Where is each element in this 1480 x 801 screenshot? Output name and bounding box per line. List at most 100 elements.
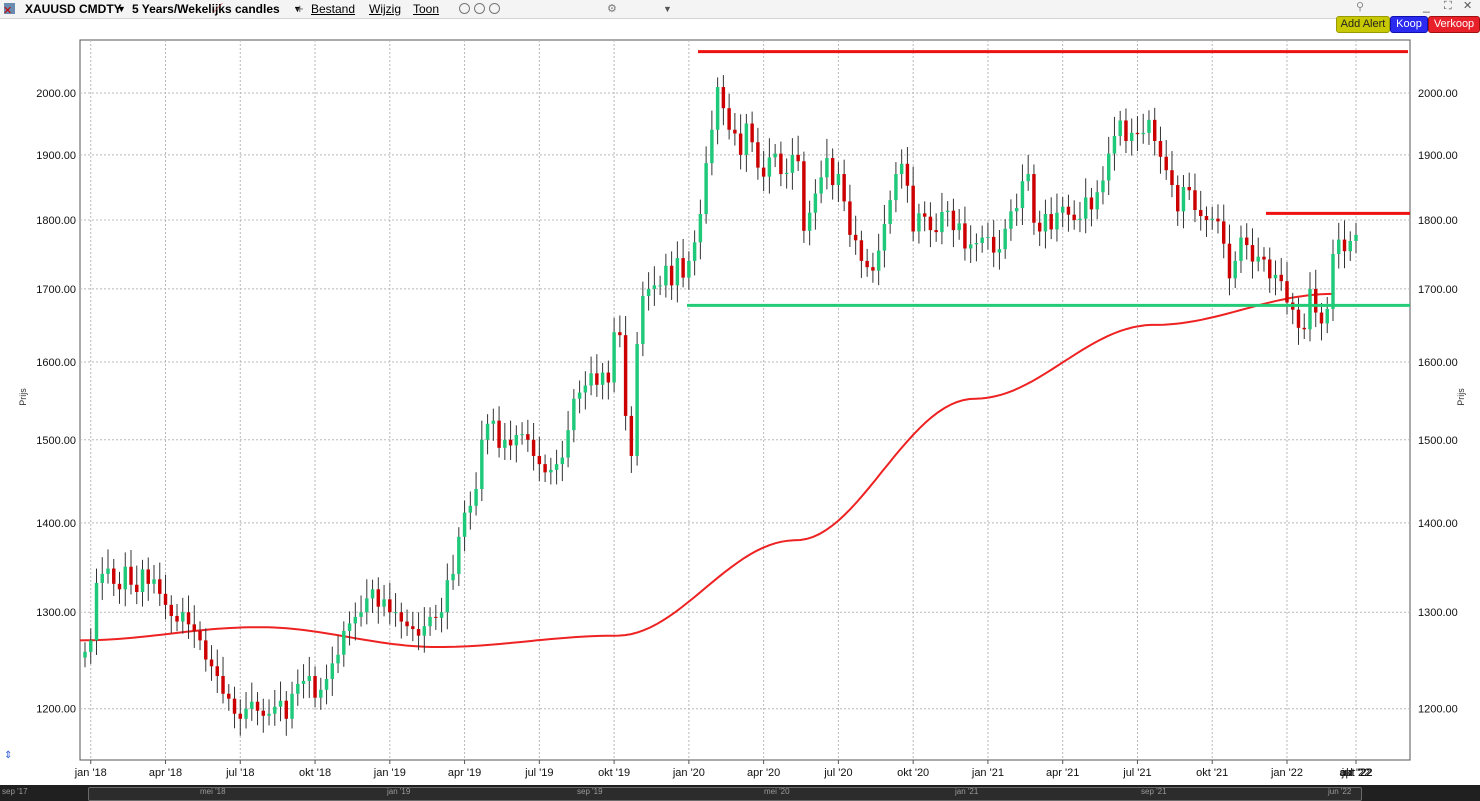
- candle-up: [646, 288, 651, 297]
- pan-handle-icon[interactable]: ⇕: [4, 750, 12, 761]
- x-tick-label: apr '20: [747, 767, 780, 779]
- candle-up: [267, 713, 271, 716]
- candle-down: [434, 616, 438, 618]
- candle-up: [899, 163, 904, 175]
- candle-down: [629, 415, 634, 456]
- candle-down: [215, 666, 220, 677]
- window-close-icon[interactable]: ✕: [1463, 0, 1472, 15]
- zoom-in-icon[interactable]: [474, 3, 485, 14]
- menu-bestand[interactable]: Bestand: [311, 0, 355, 18]
- candle-up: [1331, 253, 1335, 309]
- candle-down: [1049, 214, 1053, 230]
- menu-wijzig[interactable]: Wijzig: [369, 0, 401, 18]
- candle-up: [457, 536, 461, 574]
- x-tick-label: okt '21: [1196, 767, 1228, 779]
- candle-up: [370, 589, 375, 599]
- candle-up: [365, 598, 369, 613]
- candle-up: [1337, 239, 1341, 254]
- symbol-selector[interactable]: XAUUSD CMDTY: [25, 0, 122, 18]
- y-axis-left: 1200.00 1300.00 1400.00 1500.00 1600.00 1700.…: [36, 88, 76, 716]
- candle-down: [1124, 120, 1128, 141]
- x-tick-label: jul '21: [1122, 767, 1151, 779]
- candle-down: [255, 701, 260, 711]
- candle-down: [531, 439, 536, 456]
- candle-down: [388, 599, 392, 613]
- candle-up: [876, 250, 881, 271]
- candle-down: [112, 568, 116, 584]
- candle-up: [715, 87, 720, 130]
- candle-up: [836, 174, 841, 186]
- candle-up: [1020, 181, 1025, 209]
- candle-down: [1216, 218, 1220, 222]
- candle-down: [922, 213, 927, 217]
- x-tick-label: okt '22: [1340, 767, 1372, 779]
- candle-down: [284, 700, 289, 719]
- window-link-icon[interactable]: ⚲: [1356, 0, 1364, 16]
- candle-up: [692, 242, 697, 261]
- candle-down: [1302, 327, 1306, 330]
- x-tick-label: jan '21: [971, 767, 1004, 779]
- candle-down: [618, 332, 622, 336]
- candle-up: [1354, 234, 1358, 241]
- y-tick-label-left: 1900.00: [36, 150, 76, 162]
- y-tick-label-left: 1600.00: [36, 357, 76, 369]
- candle-up: [658, 285, 662, 287]
- candle-down: [721, 87, 726, 109]
- price-chart[interactable]: 1200.00 1300.00 1400.00 1500.00 1600.00 1700.…: [0, 18, 1480, 785]
- candle-down: [761, 167, 766, 177]
- candle-up: [290, 693, 294, 719]
- trendline-icon[interactable]: ／: [212, 0, 223, 18]
- candle-up: [807, 212, 812, 231]
- candle-down: [796, 154, 800, 162]
- window-minimize-icon[interactable]: _: [1423, 0, 1430, 15]
- candle-down: [135, 584, 139, 593]
- candle-up: [468, 505, 473, 513]
- candle-down: [606, 372, 611, 383]
- candle-up: [1308, 288, 1312, 330]
- candle-down: [1193, 190, 1197, 211]
- time-navigator[interactable]: sep '17 mei '18 jan '19 sep '19 mei '20 …: [0, 785, 1480, 801]
- candle-up: [336, 654, 340, 664]
- candle-up: [106, 568, 110, 574]
- candle-down: [1164, 156, 1168, 171]
- crosshair-icon[interactable]: [459, 3, 470, 14]
- navigator-label: sep '17: [2, 787, 28, 796]
- zoom-out-icon[interactable]: [489, 3, 500, 14]
- x-tick-label: jan '22: [1270, 767, 1303, 779]
- y-tick-label-right: 1800.00: [1418, 215, 1458, 227]
- window-maximize-icon[interactable]: ⛶: [1444, 0, 1452, 15]
- more-tools-dropdown-icon[interactable]: ▼: [663, 0, 672, 18]
- y-tick-label-right: 1700.00: [1418, 284, 1458, 296]
- candle-up: [100, 573, 104, 583]
- candle-down: [1221, 221, 1226, 244]
- candle-up: [382, 599, 386, 607]
- candle-up: [1181, 187, 1186, 212]
- candle-down: [313, 676, 317, 698]
- candle-up: [342, 630, 346, 655]
- candle-up: [319, 689, 323, 698]
- x-tick-label: okt '20: [897, 767, 929, 779]
- candle-up: [181, 612, 185, 622]
- candle-down: [186, 612, 191, 625]
- candle-down: [209, 659, 214, 667]
- candle-up: [583, 385, 588, 393]
- candle-up: [825, 158, 829, 178]
- candle-down: [1245, 237, 1249, 246]
- candle-up: [612, 332, 616, 383]
- navigator-scroll-thumb[interactable]: [88, 787, 1362, 801]
- candle-up: [94, 582, 99, 641]
- candle-up: [1325, 308, 1329, 324]
- plus-tool-icon[interactable]: +: [296, 0, 304, 18]
- symbol-dropdown-icon[interactable]: ▼: [117, 0, 126, 18]
- timeframe-selector[interactable]: 5 Years/Wekelijks candles: [132, 0, 280, 18]
- settings-icon[interactable]: ⚙: [607, 0, 617, 18]
- candle-down: [1135, 132, 1140, 135]
- candle-down: [928, 216, 933, 231]
- candle-up: [894, 174, 898, 201]
- candle-up: [997, 249, 1002, 253]
- candle-up: [813, 193, 818, 213]
- navigator-label: jun '22: [1328, 787, 1352, 796]
- draw-line-icon[interactable]: [415, 3, 426, 14]
- candle-up: [250, 701, 254, 709]
- x-tick-label: jul '20: [823, 767, 852, 779]
